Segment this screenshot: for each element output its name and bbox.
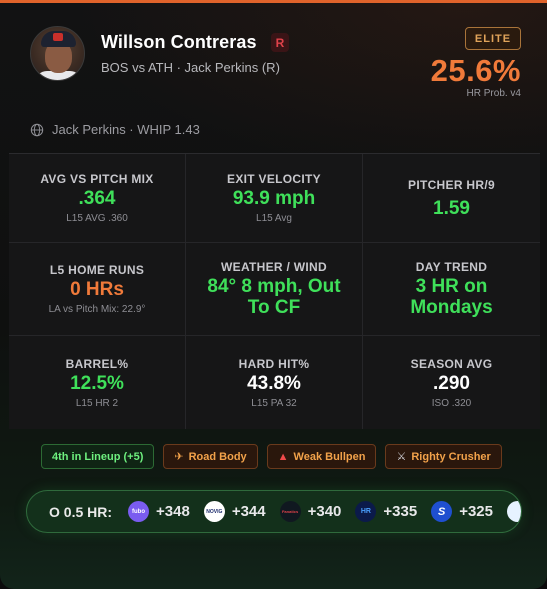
fanatics-logo-icon: Fanatics — [279, 501, 301, 522]
sportsbook-fubo[interactable]: fubo +348 — [128, 501, 190, 522]
stat-label: WEATHER / WIND — [221, 260, 327, 274]
fubo-logo-icon: fubo — [128, 501, 150, 522]
stat-sub: L15 PA 32 — [251, 397, 297, 409]
book-odds: +344 — [231, 503, 266, 520]
book-odds: +325 — [459, 503, 493, 520]
player-name[interactable]: Willson Contreras — [101, 32, 257, 53]
stat-value: .290 — [433, 372, 470, 394]
pitcher-line: Jack Perkins · WHIP 1.43 — [52, 122, 200, 137]
swords-icon: ⚔ — [396, 451, 407, 463]
stats-grid: AVG VS PITCH MIX .364 L15 AVG .360 EXIT … — [9, 153, 540, 429]
pitcher-info: Jack Perkins · WHIP 1.43 — [30, 122, 200, 137]
sportsbook-fanatics[interactable]: Fanatics +340 — [279, 501, 342, 522]
stat-season-avg: SEASON AVG .290 ISO .320 — [363, 336, 540, 429]
tag-label: Road Body — [188, 450, 247, 463]
stat-value: 3 HR on Mondays — [410, 276, 493, 318]
tag-weak-bullpen[interactable]: ▲ Weak Bullpen — [266, 444, 377, 469]
book-odds: +348 — [156, 503, 190, 520]
tag-righty-crusher[interactable]: ⚔ Righty Crusher — [385, 444, 502, 469]
stat-weather-wind: WEATHER / WIND 84° 8 mph, Out To CF — [186, 243, 363, 336]
stat-value: 93.9 mph — [232, 188, 316, 209]
matchup-text: BOS vs ATH · Jack Perkins (R) — [101, 60, 280, 75]
warning-icon: ▲ — [277, 450, 289, 463]
sporttrade-logo-icon: S — [431, 501, 453, 522]
stat-label: AVG VS PITCH MIX — [40, 172, 154, 186]
tag-road-body[interactable]: ✈ Road Body — [163, 444, 258, 469]
hr-probability-label: HR Prob. v4 — [466, 88, 521, 99]
stat-label: BARREL% — [65, 356, 129, 371]
stat-value: 1.59 — [433, 197, 470, 219]
sportsbook-hard-rock[interactable]: HR +335 — [355, 501, 417, 522]
stat-barrel-pct: BARREL% 12.5% L15 HR 2 — [9, 336, 186, 429]
hr-probability: 25.6% — [430, 53, 521, 88]
hard-rock-logo-icon: HR — [355, 501, 377, 522]
tag-label: Righty Crusher — [411, 450, 491, 463]
stat-label: EXIT VELOCITY — [227, 172, 321, 186]
sportsbook-sporttrade[interactable]: S +325 — [431, 501, 493, 522]
elite-badge: ELITE — [465, 27, 521, 50]
stat-sub: L15 Avg — [256, 213, 292, 224]
tag-lineup[interactable]: 4th in Lineup (+5) — [41, 444, 155, 469]
book-odds: +340 — [307, 503, 342, 520]
tag-label: 4th in Lineup (+5) — [52, 450, 144, 463]
odds-label: O 0.5 HR: — [49, 503, 113, 520]
stat-pitcher-hr9: PITCHER HR/9 1.59 — [363, 154, 540, 243]
player-card: Willson Contreras R BOS vs ATH · Jack Pe… — [0, 0, 547, 589]
stat-label: DAY TREND — [415, 260, 488, 274]
stat-value: .364 — [78, 188, 116, 209]
stat-value: 0 HRs — [70, 279, 124, 300]
stat-day-trend: DAY TREND 3 HR on Mondays — [363, 243, 540, 336]
stat-l5-home-runs: L5 HOME RUNS 0 HRs LA vs Pitch Mix: 22.9… — [9, 243, 186, 336]
book-odds: +335 — [383, 503, 418, 520]
stat-avg-vs-pitch-mix: AVG VS PITCH MIX .364 L15 AVG .360 — [9, 154, 186, 243]
stat-label: L5 HOME RUNS — [49, 263, 145, 277]
novig-logo-icon: NOVIG — [203, 501, 225, 522]
stat-hard-hit-pct: HARD HIT% 43.8% L15 PA 32 — [186, 336, 363, 429]
stat-label: HARD HIT% — [238, 356, 310, 371]
stat-value: 12.5% — [70, 372, 124, 394]
stat-sub: LA vs Pitch Mix: 22.9° — [48, 304, 146, 315]
sportsbook-partial[interactable] — [507, 501, 521, 522]
stat-sub: L15 HR 2 — [75, 397, 119, 409]
tag-label: Weak Bullpen — [293, 450, 366, 463]
batting-hand-badge: R — [271, 33, 289, 52]
stat-label: PITCHER HR/9 — [408, 177, 495, 192]
stat-sub: L15 AVG .360 — [66, 213, 128, 224]
tag-list: 4th in Lineup (+5) ✈ Road Body ▲ Weak Bu… — [41, 444, 502, 469]
player-avatar — [30, 26, 85, 81]
stat-value: 43.8% — [247, 372, 301, 394]
stat-exit-velocity: EXIT VELOCITY 93.9 mph L15 Avg — [186, 154, 363, 243]
odds-bar[interactable]: O 0.5 HR: fubo +348 NOVIG +344 Fanatics … — [26, 490, 522, 533]
globe-icon — [30, 123, 44, 136]
sportsbook-novig[interactable]: NOVIG +344 — [203, 501, 266, 522]
stat-sub: ISO .320 — [431, 397, 472, 409]
plane-icon: ✈ — [174, 451, 184, 463]
stat-label: SEASON AVG — [410, 356, 493, 371]
sportsbook-logo-icon — [507, 501, 521, 522]
stat-value: 84° 8 mph, Out To CF — [207, 276, 341, 318]
